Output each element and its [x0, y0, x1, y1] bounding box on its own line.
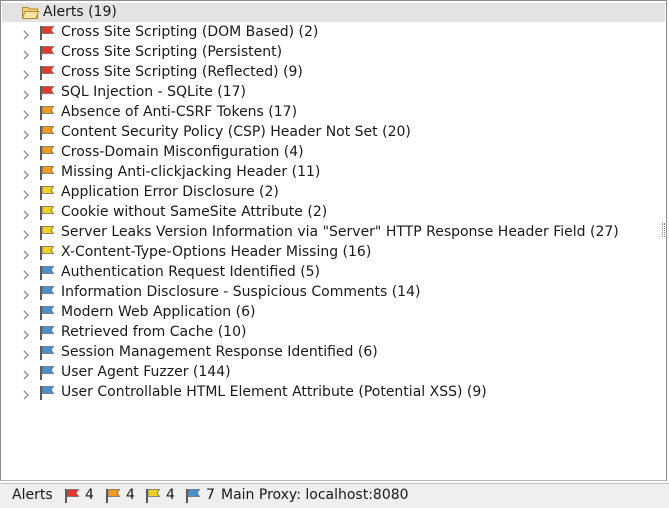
high-risk-flag-icon	[39, 25, 56, 45]
alert-tree-item[interactable]: Absence of Anti-CSRF Tokens (17)	[2, 103, 665, 123]
alert-label: Modern Web Application (6)	[61, 304, 256, 320]
alert-tree-item[interactable]: Session Management Response Identified (…	[2, 343, 665, 363]
expand-chevron-icon[interactable]	[22, 128, 30, 144]
alert-label: Missing Anti-clickjacking Header (11)	[61, 164, 321, 180]
expand-chevron-icon[interactable]	[22, 328, 30, 344]
alert-label: Absence of Anti-CSRF Tokens (17)	[61, 104, 298, 120]
alert-label: Information Disclosure - Suspicious Comm…	[61, 284, 421, 300]
expand-chevron-icon[interactable]	[22, 108, 30, 124]
alert-label: SQL Injection - SQLite (17)	[61, 84, 247, 100]
folder-open-icon	[21, 6, 40, 23]
alert-tree-item[interactable]: Retrieved from Cache (10)	[2, 323, 665, 343]
tree-root-label: Alerts (19)	[43, 4, 117, 20]
expand-chevron-icon[interactable]	[22, 68, 30, 84]
alert-tree-item[interactable]: Cross-Domain Misconfiguration (4)	[2, 143, 665, 163]
status-count-value: 4	[126, 487, 135, 503]
alert-tree-item[interactable]: Application Error Disclosure (2)	[2, 183, 665, 203]
alert-label: Cross Site Scripting (DOM Based) (2)	[61, 24, 319, 40]
expand-chevron-icon[interactable]	[22, 368, 30, 384]
alert-tree-item[interactable]: User Agent Fuzzer (144)	[2, 363, 665, 383]
status-alerts-label: Alerts	[12, 487, 53, 503]
alerts-tree[interactable]: Alerts (19) Cross Site Scripting (DOM Ba…	[0, 0, 667, 481]
medium-risk-flag-icon	[39, 145, 56, 165]
medium-risk-flag-icon	[39, 165, 56, 185]
alert-label: Authentication Request Identified (5)	[61, 264, 321, 280]
medium-risk-flag-icon	[39, 105, 56, 125]
alert-label: User Agent Fuzzer (144)	[61, 364, 231, 380]
medium-risk-flag-icon	[105, 488, 122, 508]
alert-label: Cross Site Scripting (Reflected) (9)	[61, 64, 303, 80]
alert-label: Application Error Disclosure (2)	[61, 184, 279, 200]
info-risk-flag-icon	[39, 325, 56, 345]
info-risk-flag-icon	[39, 345, 56, 365]
status-bar: Alerts 4 4 4 7 Main Proxy: localhost:8080	[0, 483, 669, 508]
alert-tree-item[interactable]: SQL Injection - SQLite (17)	[2, 83, 665, 103]
status-count-value: 4	[166, 487, 175, 503]
medium-risk-flag-icon	[39, 125, 56, 145]
high-risk-flag-icon	[39, 45, 56, 65]
alert-label: Retrieved from Cache (10)	[61, 324, 247, 340]
info-risk-flag-icon	[39, 305, 56, 325]
high-risk-flag-icon	[39, 65, 56, 85]
alert-tree-item[interactable]: X-Content-Type-Options Header Missing (1…	[2, 243, 665, 263]
status-count-value: 7	[206, 487, 215, 503]
low-risk-flag-icon	[39, 205, 56, 225]
alert-tree-item[interactable]: Cross Site Scripting (DOM Based) (2)	[2, 23, 665, 43]
expand-chevron-icon[interactable]	[22, 48, 30, 64]
alert-tree-item[interactable]: Cookie without SameSite Attribute (2)	[2, 203, 665, 223]
tree-root-alerts[interactable]: Alerts (19)	[2, 3, 665, 22]
low-risk-flag-icon	[145, 488, 162, 508]
expand-chevron-icon[interactable]	[22, 268, 30, 284]
low-risk-flag-icon	[39, 185, 56, 205]
expand-chevron-icon[interactable]	[22, 308, 30, 324]
alert-label: Session Management Response Identified (…	[61, 344, 378, 360]
expand-chevron-icon[interactable]	[22, 288, 30, 304]
alert-label: User Controllable HTML Element Attribute…	[61, 384, 487, 400]
alert-tree-item[interactable]: Cross Site Scripting (Persistent)	[2, 43, 665, 63]
info-risk-flag-icon	[185, 488, 202, 508]
alert-tree-item[interactable]: Content Security Policy (CSP) Header Not…	[2, 123, 665, 143]
expand-chevron-icon[interactable]	[22, 168, 30, 184]
alert-label: Cookie without SameSite Attribute (2)	[61, 204, 328, 220]
status-count-value: 4	[85, 487, 94, 503]
expand-chevron-icon[interactable]	[22, 388, 30, 404]
high-risk-flag-icon	[39, 85, 56, 105]
alert-tree-item[interactable]: Cross Site Scripting (Reflected) (9)	[2, 63, 665, 83]
alert-label: Cross Site Scripting (Persistent)	[61, 44, 283, 60]
alert-label: X-Content-Type-Options Header Missing (1…	[61, 244, 372, 260]
expand-chevron-icon[interactable]	[22, 228, 30, 244]
low-risk-flag-icon	[39, 245, 56, 265]
info-risk-flag-icon	[39, 365, 56, 385]
resize-grip-icon[interactable]	[662, 223, 665, 237]
alert-tree-item[interactable]: Authentication Request Identified (5)	[2, 263, 665, 283]
info-risk-flag-icon	[39, 385, 56, 405]
expand-chevron-icon[interactable]	[22, 248, 30, 264]
expand-chevron-icon[interactable]	[22, 188, 30, 204]
alert-tree-item[interactable]: Server Leaks Version Information via "Se…	[2, 223, 665, 243]
info-risk-flag-icon	[39, 285, 56, 305]
low-risk-flag-icon	[39, 225, 56, 245]
expand-chevron-icon[interactable]	[22, 208, 30, 224]
alert-tree-item[interactable]: Modern Web Application (6)	[2, 303, 665, 323]
expand-chevron-icon[interactable]	[22, 88, 30, 104]
alert-tree-item[interactable]: Information Disclosure - Suspicious Comm…	[2, 283, 665, 303]
info-risk-flag-icon	[39, 265, 56, 285]
alert-label: Server Leaks Version Information via "Se…	[61, 224, 619, 240]
expand-chevron-icon[interactable]	[22, 348, 30, 364]
status-proxy: Main Proxy: localhost:8080	[221, 487, 409, 503]
expand-chevron-icon[interactable]	[22, 148, 30, 164]
high-risk-flag-icon	[64, 488, 81, 508]
alert-label: Cross-Domain Misconfiguration (4)	[61, 144, 304, 160]
expand-chevron-icon[interactable]	[22, 28, 30, 44]
alert-tree-item[interactable]: Missing Anti-clickjacking Header (11)	[2, 163, 665, 183]
alert-label: Content Security Policy (CSP) Header Not…	[61, 124, 411, 140]
alert-tree-item[interactable]: User Controllable HTML Element Attribute…	[2, 383, 665, 403]
